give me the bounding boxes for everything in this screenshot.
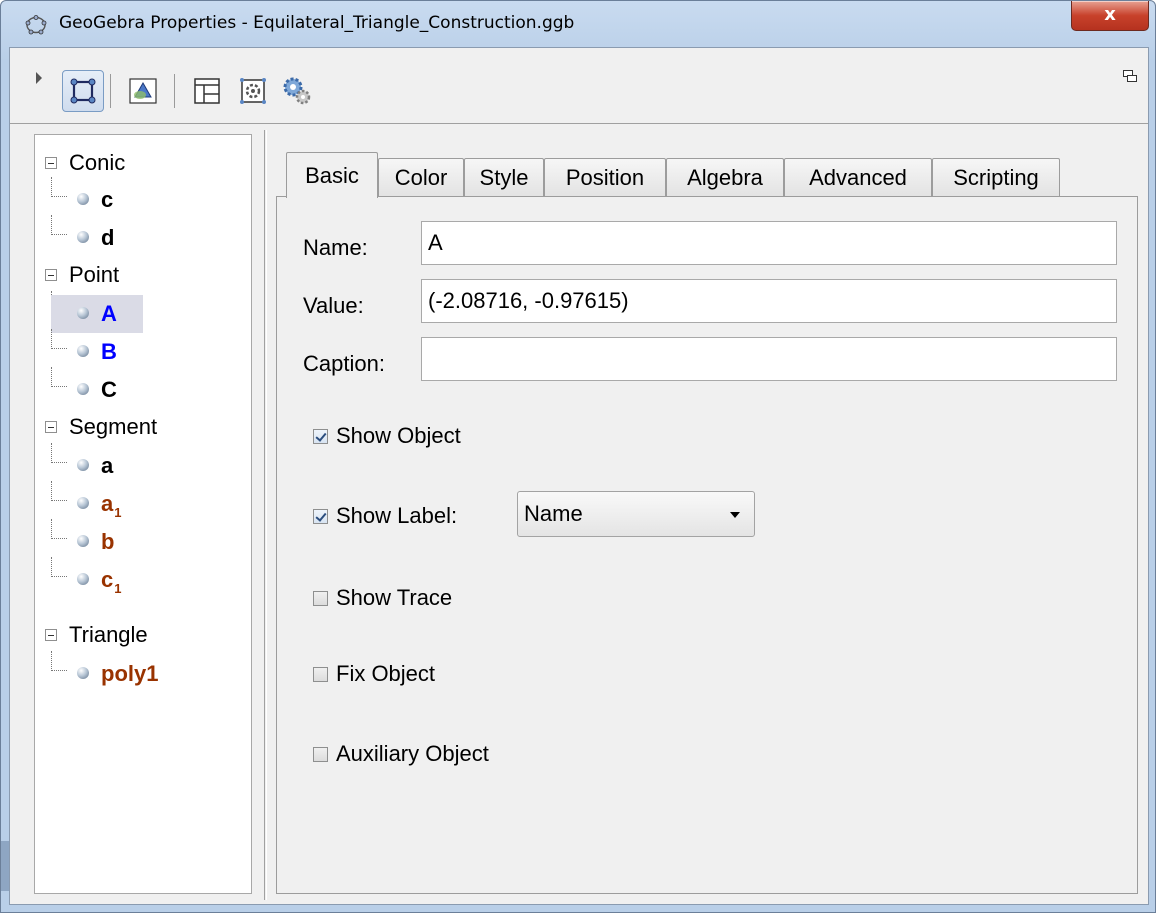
object-bullet-icon: [77, 667, 89, 679]
tab-advanced[interactable]: Advanced: [784, 158, 932, 196]
basic-tab-panel: Name: A Value: (-2.08716, -0.97615) Capt…: [276, 196, 1138, 894]
tree-group-triangle[interactable]: Triangle: [35, 615, 148, 655]
collapse-icon[interactable]: [45, 629, 57, 641]
client-area: Conic c d Point A B C Segment a a 1 b c …: [9, 47, 1149, 905]
tree-item-B[interactable]: B: [51, 333, 117, 371]
tree-item-a1[interactable]: a1: [51, 485, 121, 523]
tree-item-C[interactable]: C: [51, 371, 117, 409]
object-bullet-icon: [77, 535, 89, 547]
value-label: Value:: [303, 293, 364, 318]
collapse-icon[interactable]: [45, 421, 57, 433]
tree-group-label: Point: [69, 262, 120, 287]
auxiliary-object-checkbox[interactable]: [313, 746, 328, 762]
object-tree[interactable]: Conic c d Point A B C Segment a a 1 b c …: [34, 134, 252, 894]
tree-group-conic[interactable]: Conic: [35, 143, 125, 183]
tree-item-c1[interactable]: c1: [51, 561, 121, 599]
show-label-option[interactable]: Show Label:: [313, 503, 457, 529]
toolbar-expand-icon[interactable]: [36, 72, 42, 84]
fix-object-label: Fix Object: [336, 661, 436, 686]
defaults-button[interactable]: [232, 70, 274, 112]
fix-object-option[interactable]: Fix Object: [313, 661, 435, 687]
tree-item-c[interactable]: c: [51, 181, 113, 219]
object-bullet-icon: [77, 459, 89, 471]
chevron-down-icon: [730, 512, 740, 518]
show-object-checkbox[interactable]: [313, 428, 328, 444]
tree-group-point[interactable]: Point: [35, 255, 119, 295]
properties-tabs: Basic Color Style Position Algebra Advan…: [276, 146, 1138, 896]
object-bullet-icon: [77, 307, 89, 319]
caption-field[interactable]: [421, 337, 1117, 381]
undock-icon[interactable]: [1123, 70, 1137, 82]
layout-button[interactable]: [186, 70, 228, 112]
geogebra-app-icon: [25, 15, 47, 35]
show-label-label: Show Label:: [336, 503, 458, 528]
auxiliary-object-option[interactable]: Auxiliary Object: [313, 741, 489, 767]
name-label: Name:: [303, 235, 368, 260]
panel-splitter[interactable]: [264, 130, 267, 900]
collapse-icon[interactable]: [45, 269, 57, 281]
tab-color[interactable]: Color: [378, 158, 464, 196]
resize-grip[interactable]: [1, 841, 9, 891]
objects-button[interactable]: [62, 70, 104, 112]
show-label-checkbox[interactable]: [313, 508, 328, 524]
tab-basic[interactable]: Basic: [286, 152, 378, 198]
graphics-icon: [129, 78, 157, 104]
show-object-label: Show Object: [336, 423, 461, 448]
defaults-icon: [240, 78, 266, 104]
object-bullet-icon: [77, 231, 89, 243]
tree-item-d[interactable]: d: [51, 219, 114, 257]
tree-item-b[interactable]: b: [51, 523, 114, 561]
close-button[interactable]: x: [1071, 1, 1149, 31]
advanced-settings-icon: [283, 77, 311, 105]
show-trace-label: Show Trace: [336, 585, 453, 610]
label-mode-select[interactable]: Name: [517, 491, 755, 537]
tree-item-poly1[interactable]: poly1: [51, 655, 158, 693]
collapse-icon[interactable]: [45, 157, 57, 169]
tab-position[interactable]: Position: [544, 158, 666, 196]
object-bullet-icon: [77, 573, 89, 585]
layout-icon: [194, 78, 220, 104]
show-trace-option[interactable]: Show Trace: [313, 585, 452, 611]
properties-window: GeoGebra Properties - Equilateral_Triang…: [0, 0, 1156, 913]
show-object-option[interactable]: Show Object: [313, 423, 461, 449]
tab-style[interactable]: Style: [464, 158, 544, 196]
object-bullet-icon: [77, 345, 89, 357]
objects-icon: [70, 78, 96, 104]
object-bullet-icon: [77, 383, 89, 395]
tree-group-label: Conic: [69, 150, 126, 175]
tab-scripting[interactable]: Scripting: [932, 158, 1060, 196]
object-bullet-icon: [77, 497, 89, 509]
object-bullet-icon: [77, 193, 89, 205]
tab-algebra[interactable]: Algebra: [666, 158, 784, 196]
auxiliary-object-label: Auxiliary Object: [336, 741, 489, 766]
toolbar: [10, 48, 1148, 124]
tree-group-segment[interactable]: Segment: [35, 407, 157, 447]
name-field[interactable]: A: [421, 221, 1117, 265]
tree-item-A[interactable]: A: [51, 295, 143, 333]
caption-label: Caption:: [303, 351, 385, 376]
graphics-button[interactable]: [122, 70, 164, 112]
label-mode-value: Name: [524, 501, 583, 526]
fix-object-checkbox[interactable]: [313, 666, 328, 682]
window-title: GeoGebra Properties - Equilateral_Triang…: [59, 13, 575, 33]
advanced-settings-button[interactable]: [276, 70, 318, 112]
title-bar[interactable]: GeoGebra Properties - Equilateral_Triang…: [1, 1, 1155, 45]
tree-item-a[interactable]: a: [51, 447, 113, 485]
value-field[interactable]: (-2.08716, -0.97615): [421, 279, 1117, 323]
show-trace-checkbox[interactable]: [313, 590, 328, 606]
tree-group-label: Segment: [69, 414, 158, 439]
tree-group-label: Triangle: [69, 622, 148, 647]
